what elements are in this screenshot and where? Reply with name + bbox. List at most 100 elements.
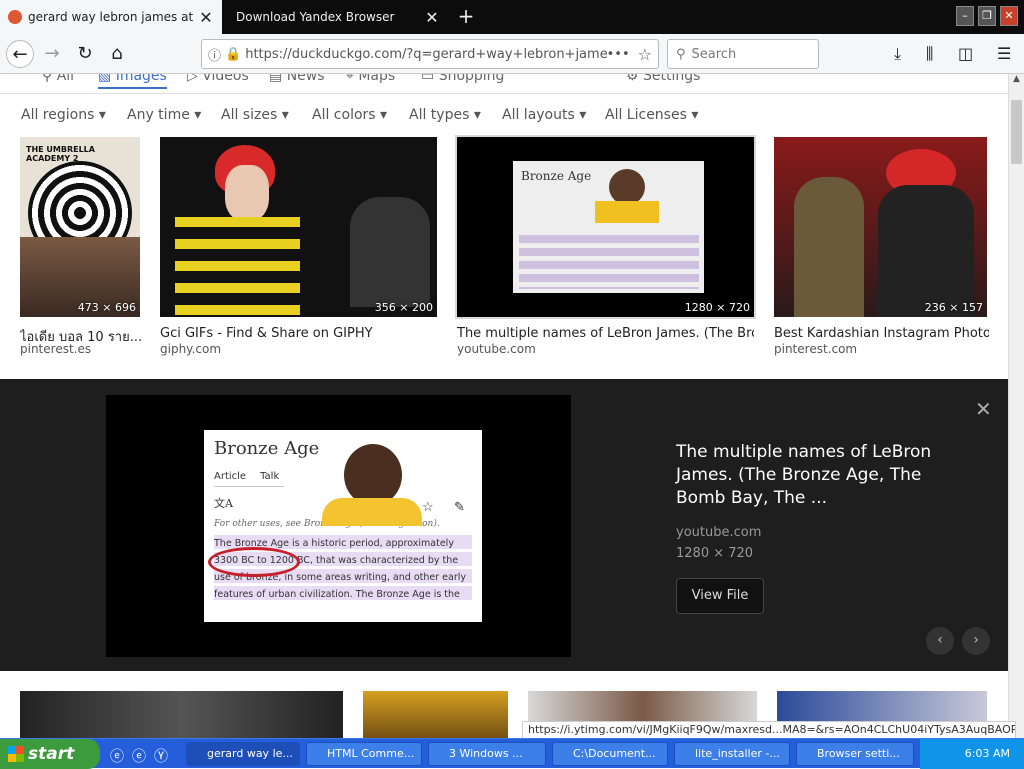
result-image-concert[interactable]: 236 × 157 (774, 137, 987, 317)
sidebar-icon[interactable]: ◫ (958, 44, 973, 63)
bookmark-star-icon[interactable]: ☆ (638, 45, 652, 64)
image-detail-panel: Bronze Age Article Talk 文A For other use… (0, 379, 1008, 671)
nav-images[interactable]: ▧ Images (98, 74, 167, 89)
filter-color[interactable]: All colors ▾ (312, 107, 387, 123)
close-detail-icon[interactable]: ✕ (975, 397, 992, 421)
new-tab-button[interactable]: + (455, 4, 477, 28)
filter-region[interactable]: All regions ▾ (21, 107, 106, 123)
info-icon[interactable]: ⓘ (208, 45, 221, 64)
pencil-icon: ✎ (454, 500, 465, 515)
scroll-up-icon[interactable]: ▲ (1009, 74, 1024, 84)
jersey-graphic (322, 498, 422, 526)
result-image-bronze-age[interactable]: Bronze Age 1280 × 720 (455, 135, 756, 319)
filter-size[interactable]: All sizes ▾ (221, 107, 289, 123)
result-image-row2-2[interactable] (363, 691, 508, 738)
reload-button[interactable]: ↻ (71, 40, 99, 68)
result-image-gerard[interactable]: 356 × 200 (160, 137, 437, 317)
result-image-row2-1[interactable] (20, 691, 343, 738)
url-bar[interactable]: ⓘ 🔒 https://duckduckgo.com/?q=gerard+way… (201, 39, 659, 69)
image-dimensions: 473 × 696 (77, 301, 136, 314)
result-caption[interactable]: The multiple names of LeBron James. (The… (457, 326, 754, 341)
wiki-heading: Bronze Age (214, 438, 320, 459)
detail-dimensions: 1280 × 720 (676, 546, 754, 561)
menu-icon[interactable]: ☰ (997, 44, 1011, 63)
start-label: start (28, 744, 75, 764)
duckduckgo-icon (8, 10, 22, 24)
clock[interactable]: 6:03 AM (965, 747, 1010, 760)
close-tab-icon[interactable]: ✕ (424, 8, 440, 27)
detail-title[interactable]: The multiple names of LeBron James. (The… (676, 441, 966, 510)
taskbar-item-documents[interactable]: C:\Document... (552, 742, 668, 766)
tab-title: Download Yandex Browser (236, 10, 395, 24)
library-icon[interactable]: ⫼ (926, 44, 933, 64)
back-button[interactable]: ← (6, 40, 34, 68)
image-dimensions: 1280 × 720 (684, 301, 750, 314)
close-tab-icon[interactable]: ✕ (198, 8, 214, 27)
detail-source[interactable]: youtube.com (676, 525, 761, 540)
right-figure-graphic (878, 185, 974, 317)
search-type-nav: ⚲ All ▧ Images ▷ Videos ▤ News ⌖ Maps ▭ … (0, 74, 1008, 94)
taskbar-item-installer[interactable]: lite_installer -... (674, 742, 790, 766)
avatar-graphic (344, 444, 402, 506)
nav-settings[interactable]: ⚙ Settings (626, 74, 700, 84)
result-image-umbrella[interactable]: THE UMBRELLA ACADEMY 2 473 × 696 (20, 137, 140, 317)
taskbar-item-html[interactable]: HTML Comme... (306, 742, 422, 766)
result-source[interactable]: youtube.com (457, 342, 536, 356)
downloads-icon[interactable]: ⤓ (894, 44, 901, 64)
start-button[interactable]: start (0, 739, 100, 769)
search-input[interactable]: ⚲ Search (667, 39, 819, 69)
navigation-bar: ← → ↻ ⌂ ⓘ 🔒 https://duckduckgo.com/?q=ge… (0, 34, 1024, 74)
ie-alt-icon[interactable]: ⓔ (132, 746, 146, 766)
filter-time[interactable]: Any time ▾ (127, 107, 201, 123)
vertical-scrollbar[interactable]: ▲ (1008, 74, 1024, 738)
wiki-tab-article: Article (214, 471, 247, 482)
result-source[interactable]: pinterest.com (774, 342, 857, 356)
mini-avatar-graphic (609, 169, 645, 205)
taskbar-item-windows[interactable]: 3 Windows ... (428, 742, 546, 766)
taskbar-item-settings[interactable]: Browser setti... (796, 742, 914, 766)
nav-videos[interactable]: ▷ Videos (187, 74, 249, 84)
system-tray: 6:03 AM (920, 739, 1024, 769)
result-source[interactable]: giphy.com (160, 342, 221, 356)
next-image-button[interactable]: › (962, 627, 990, 655)
search-placeholder: Search (691, 46, 737, 62)
result-caption[interactable]: Best Kardashian Instagram Photos ... (774, 326, 989, 341)
ie-icon[interactable]: ⓔ (110, 746, 124, 766)
title-bar: gerard way lebron james at DuckDuckGo ✕ … (0, 0, 1024, 34)
forward-button[interactable]: → (38, 40, 66, 68)
url-text: https://duckduckgo.com/?q=gerard+way+leb… (245, 46, 607, 62)
detail-image[interactable]: Bronze Age Article Talk 文A For other use… (106, 395, 571, 657)
lock-icon: 🔒 (225, 46, 242, 62)
scrollbar-thumb[interactable] (1011, 100, 1022, 164)
figure-face-graphic (225, 165, 269, 221)
nav-maps[interactable]: ⌖ Maps (346, 74, 395, 84)
star-icon: ☆ (422, 500, 434, 515)
filter-type[interactable]: All types ▾ (409, 107, 481, 123)
taskbar-item-browser[interactable]: gerard way le... (186, 742, 300, 766)
mini-text-graphic (519, 235, 699, 289)
filter-layout[interactable]: All layouts ▾ (502, 107, 586, 123)
page-actions-icon[interactable]: ••• (607, 47, 630, 62)
minimize-button[interactable]: – (956, 6, 974, 26)
previous-image-button[interactable]: ‹ (926, 627, 954, 655)
nav-shopping[interactable]: ▭ Shopping (421, 74, 504, 84)
search-icon: ⚲ (676, 46, 686, 62)
tab-duckduckgo[interactable]: gerard way lebron james at DuckDuckGo ✕ (0, 0, 222, 34)
nav-all[interactable]: ⚲ All (42, 74, 74, 84)
result-caption[interactable]: Gci GIFs - Find & Share on GIPHY (160, 326, 440, 341)
mini-card-graphic: Bronze Age (513, 161, 704, 293)
image-dimensions: 356 × 200 (374, 301, 433, 314)
maximize-button[interactable]: ❐ (978, 6, 996, 26)
home-icon[interactable]: ⌂ (103, 40, 131, 68)
yandex-icon[interactable]: Ⓨ (154, 746, 168, 766)
view-file-button[interactable]: View File (676, 578, 764, 614)
mini-card-heading: Bronze Age (521, 169, 592, 183)
result-source[interactable]: pinterest.es (20, 342, 91, 356)
tab-title: gerard way lebron james at DuckDuckGo (28, 10, 198, 24)
nav-news[interactable]: ▤ News (269, 74, 325, 84)
mini-jersey-graphic (595, 201, 659, 223)
filter-license[interactable]: All Licenses ▾ (605, 107, 698, 123)
close-window-button[interactable]: ✕ (1000, 6, 1018, 26)
windows-logo-icon (8, 746, 24, 762)
tab-yandex[interactable]: Download Yandex Browser ✕ (222, 0, 448, 34)
